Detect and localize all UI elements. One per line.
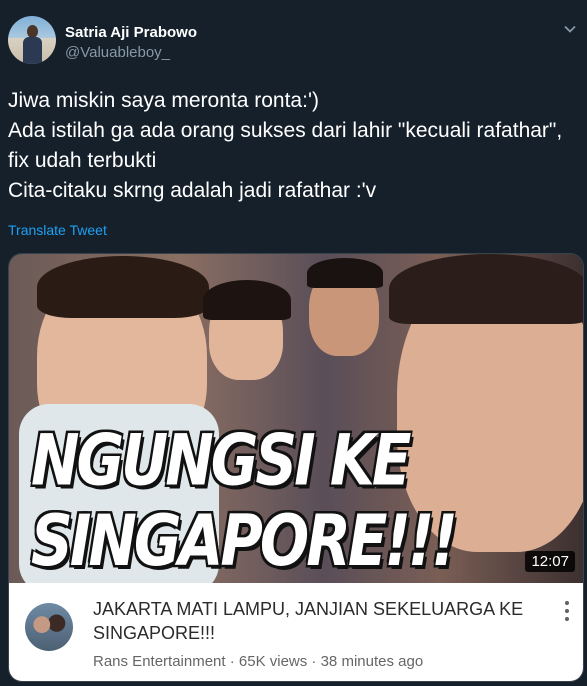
video-title[interactable]: JAKARTA MATI LAMPU, JANJIAN SEKELUARGA K… [93,597,533,645]
author-handle[interactable]: @Valuableboy_ [65,44,170,61]
tweet-text: Jiwa miskin saya meronta ronta:') Ada is… [8,89,563,202]
tweet-header: Satria Aji Prabowo @Valuableboy_ [8,16,579,66]
author-avatar[interactable] [8,16,56,64]
chevron-down-icon[interactable] [563,22,577,36]
video-meta-line: Rans Entertainment · 65K views · 38 minu… [93,653,424,670]
channel-avatar[interactable] [25,603,73,651]
translate-tweet-link[interactable]: Translate Tweet [8,222,107,238]
video-info: JAKARTA MATI LAMPU, JANJIAN SEKELUARGA K… [9,583,583,681]
video-card[interactable]: NGUNGSI KE SINGAPORE!!! 12:07 JAKARTA MA… [8,253,584,682]
video-duration-badge: 12:07 [525,551,575,572]
video-thumbnail[interactable]: NGUNGSI KE SINGAPORE!!! 12:07 [9,254,583,583]
author-name[interactable]: Satria Aji Prabowo [65,24,197,41]
thumbnail-title-text: NGUNGSI KE SINGAPORE!!! [31,418,458,583]
more-vertical-icon[interactable] [563,601,571,623]
